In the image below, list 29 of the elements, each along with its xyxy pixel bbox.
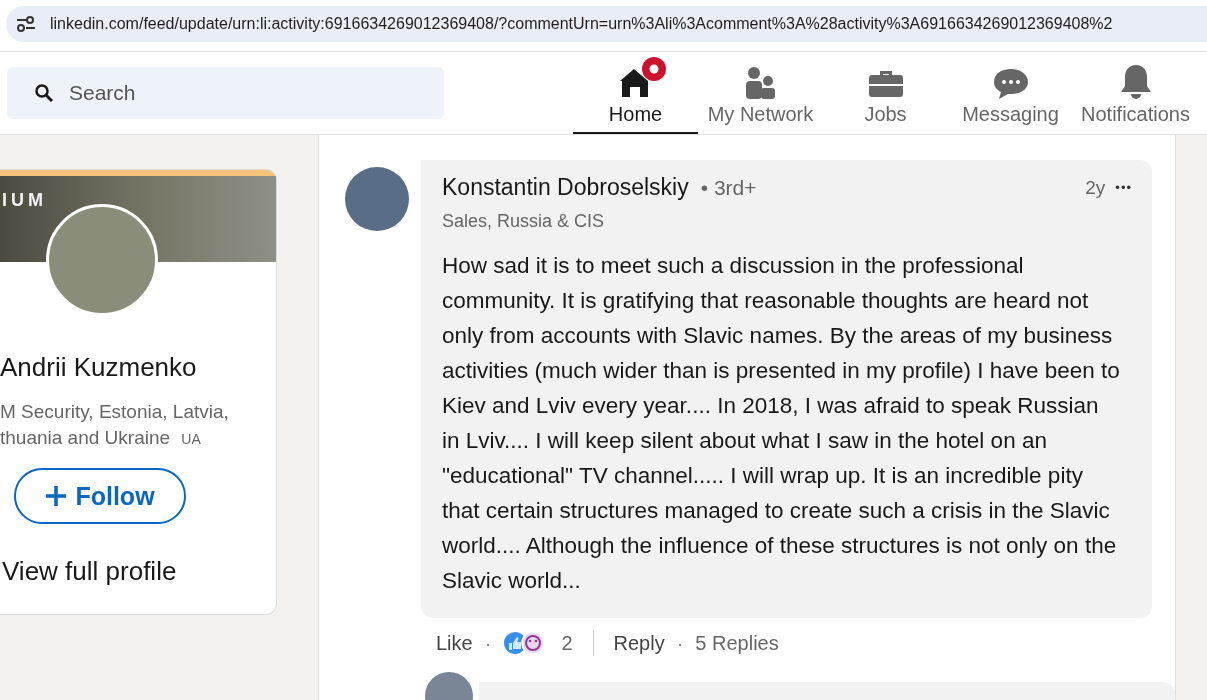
messaging-icon	[991, 67, 1030, 101]
follow-button[interactable]: Follow	[14, 468, 186, 524]
nav-tab[interactable]: Home	[573, 52, 698, 134]
like-button[interactable]: Like	[436, 631, 473, 655]
search-field[interactable]: Search	[7, 67, 444, 119]
nav-tab[interactable]: Jobs	[823, 52, 948, 134]
url-text: linkedin.com/feed/update/urn:li:activity:6916634269012369408/?commentUrn=urn%3Ali%3Acomment%3A%28activity%3A6916634269012369408%2	[50, 15, 1113, 33]
connection-degree: • 3rd+	[700, 175, 757, 200]
replies-link[interactable]: 5 Replies	[695, 631, 779, 655]
reply-button[interactable]: Reply	[613, 631, 665, 655]
nav-tab[interactable]: My Network	[698, 52, 823, 134]
reaction-count[interactable]: 2	[561, 631, 573, 655]
view-profile-link[interactable]: View full profile	[2, 556, 177, 587]
separator-dot: ·	[484, 631, 492, 655]
more-options-button[interactable]: •••	[1115, 180, 1132, 195]
nav-tab[interactable]: Messaging	[948, 52, 1073, 134]
profile-headline: M Security, Estonia, Latvia, thuania and Ukraine UA	[0, 400, 230, 450]
site-settings-icon[interactable]	[16, 16, 36, 32]
nav-tab[interactable]: Notifications	[1073, 52, 1198, 134]
search-icon	[35, 84, 53, 102]
author-headline: Sales, Russia & CIS	[442, 211, 606, 232]
author-name[interactable]: Konstantin Dobroselskiy	[442, 174, 689, 201]
banner-text: IUM	[2, 190, 47, 211]
separator-dot: ·	[676, 631, 684, 655]
profile-name[interactable]: Andrii Kuzmenko	[0, 352, 197, 383]
comment-text: How sad it is to meet such a discussion in the professional community. It is gratifying that reasonable thoughts are heard not only from accounts with Slavic names. By the areas of my business activities (much wider than is presented in my profile) I have been to Kiev and Lviv every year.... In 2018, I was afraid to speak Russian in Lviv.... I will keep silent about what I saw in the hotel on an "educational" TV channel..... I will wrap up. It is an incredible pity that certain structures managed to create such a crisis in the Slavic world.... Although the influence of these structures is not only on the Slavic world...	[442, 252, 1121, 595]
plus-icon	[45, 485, 68, 507]
address-bar[interactable]: linkedin.com/feed/update/urn:li:activity:6916634269012369408/?commentUrn=urn%3Ali%3Acomment%3A%28activity%3A6916634269012369408%2	[6, 6, 1207, 42]
comment-time: 2y	[1085, 176, 1106, 199]
